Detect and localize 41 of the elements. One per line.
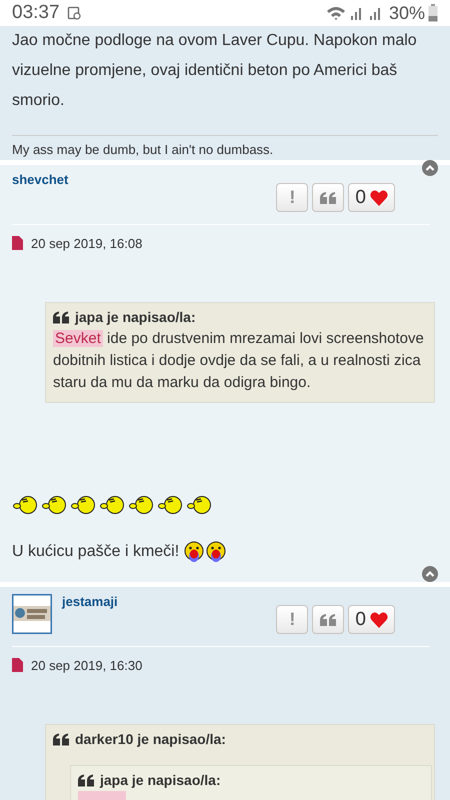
smiley-icon: [70, 495, 96, 515]
document-icon: [12, 658, 23, 672]
smiley-icon: [12, 495, 38, 515]
quote-icon: [53, 732, 69, 746]
smiley-icon: [184, 541, 204, 563]
scroll-up-icon[interactable]: [422, 160, 438, 176]
post-text: Jao močne podloge na ovom Laver Cupu. Napokon malo vizuelne promjene, ovaj identični beton po Americi baš smorio.: [12, 31, 418, 111]
post-date: 20 sep 2019, 16:30: [31, 658, 142, 672]
signature: My ass may be dumb, but I ain't no dumbass.: [12, 135, 438, 157]
quote-icon: [53, 310, 69, 324]
quote-text: Sevket ide po drustvenim mrezamai lovi screenshotove dobitnih listica i dodje ovdje da se fali, a u realnosti zica staru da mu da marku da odigra bingo.: [53, 329, 425, 393]
like-button[interactable]: 0: [348, 183, 395, 212]
quote-button[interactable]: [312, 605, 344, 634]
document-icon: [12, 236, 23, 250]
heart-icon: [370, 612, 388, 628]
username-link[interactable]: shevchet: [12, 172, 68, 187]
scroll-up-icon[interactable]: [422, 566, 438, 582]
quote-author: darker10 je napisao/la:: [75, 731, 226, 747]
post-date: 20 sep 2019, 16:08: [31, 236, 142, 250]
quote-icon: [78, 774, 94, 786]
quote-button[interactable]: [312, 183, 344, 212]
screenshot-icon: [66, 6, 81, 20]
smiley-icon: [206, 541, 226, 563]
battery-percent: 30%: [388, 2, 425, 24]
smiley-icon: [157, 495, 183, 515]
username-link[interactable]: jestamaji: [62, 594, 118, 609]
like-button[interactable]: 0: [348, 605, 395, 634]
smiley-icon: [41, 495, 67, 515]
heart-icon: [370, 190, 388, 206]
quote-author: japa je napisao/la:: [100, 772, 221, 788]
smiley-icon: [128, 495, 154, 515]
quote-author: japa je napisao/la:: [75, 309, 196, 325]
quote-icon: [320, 614, 336, 626]
wifi-icon: [326, 5, 346, 21]
clock: 03:37: [12, 2, 60, 24]
battery-icon: [428, 4, 438, 22]
quote-icon: [320, 192, 336, 204]
post-text: U kućicu pašče i kmeči!: [12, 543, 180, 561]
smiley-icon: [99, 495, 125, 515]
mention-link[interactable]: Sevket: [53, 330, 103, 347]
smiley-icon: [186, 495, 212, 515]
